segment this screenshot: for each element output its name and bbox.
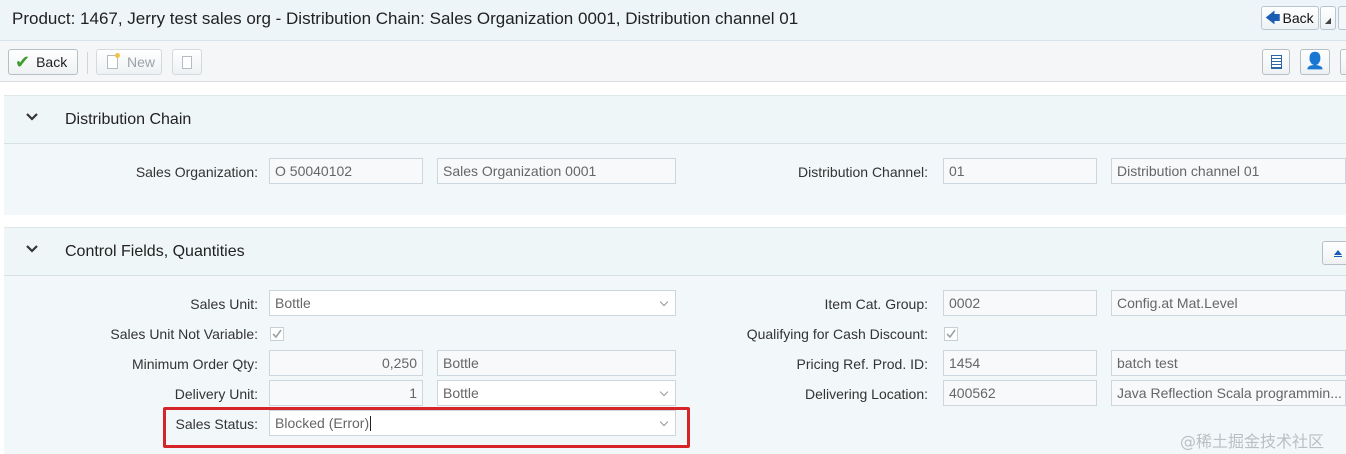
- min-order-qty-field[interactable]: 0,250: [269, 350, 423, 376]
- watermark: @稀土掘金技术社区: [1180, 432, 1325, 451]
- sales-org-field[interactable]: O 50040102: [269, 158, 423, 184]
- sales-unit-label: Sales Unit:: [190, 296, 258, 312]
- item-cat-group-description: Config.at Mat.Level: [1111, 290, 1346, 316]
- pricing-ref-field[interactable]: 1454: [943, 350, 1097, 376]
- eject-icon: [1333, 249, 1342, 257]
- delivery-unit-field[interactable]: 1: [269, 380, 423, 406]
- list-icon: [1270, 55, 1282, 69]
- control-fields-header[interactable]: Control Fields, Quantities: [4, 228, 1346, 276]
- dist-channel-label: Distribution Channel:: [798, 164, 928, 180]
- pricing-ref-description: batch test: [1111, 350, 1346, 376]
- pricing-ref-label: Pricing Ref. Prod. ID:: [796, 356, 929, 372]
- new-button-label: New: [127, 54, 156, 70]
- min-order-qty-label: Minimum Order Qty:: [131, 356, 258, 372]
- item-cat-group-label: Item Cat. Group:: [824, 296, 928, 312]
- checkmark-icon: ✔: [15, 52, 31, 72]
- delivering-location-label: Delivering Location:: [805, 386, 928, 402]
- section-title: Control Fields, Quantities: [65, 243, 245, 260]
- annotation-highlight-box: [163, 407, 690, 448]
- user-edit-icon: 👤: [1305, 53, 1325, 70]
- delivering-location-description: Java Reflection Scala programmin...: [1111, 380, 1346, 406]
- new-document-icon: [107, 53, 120, 69]
- toolbar-overflow-button[interactable]: [1340, 49, 1346, 75]
- distribution-chain-section: Distribution Chain Sales Organization: O…: [4, 95, 1346, 215]
- item-cat-group-field[interactable]: 0002: [943, 290, 1097, 316]
- delivery-unit-value: Bottle: [443, 385, 479, 401]
- sales-unit-value: Bottle: [275, 295, 311, 311]
- distribution-chain-header[interactable]: Distribution Chain: [4, 96, 1346, 144]
- sales-unit-select[interactable]: Bottle: [269, 290, 676, 316]
- chevron-down-icon: [659, 297, 669, 307]
- dist-channel-description: Distribution channel 01: [1111, 158, 1346, 184]
- toolbar-divider: [87, 52, 88, 74]
- sales-unit-not-variable-checkbox[interactable]: [270, 327, 284, 341]
- sales-org-description: Sales Organization 0001: [437, 158, 676, 184]
- back-arrow-icon: 🡄: [1265, 9, 1281, 27]
- chevron-down-icon[interactable]: [24, 241, 40, 257]
- collapse-button[interactable]: [1322, 241, 1346, 265]
- header-back-label: Back: [1282, 10, 1314, 26]
- section-title: Distribution Chain: [65, 111, 192, 128]
- back-button[interactable]: ✔ Back: [8, 49, 78, 75]
- user-settings-button[interactable]: 👤: [1300, 49, 1330, 75]
- delivery-unit-select[interactable]: Bottle: [437, 380, 676, 406]
- delivery-unit-label: Delivery Unit:: [174, 386, 258, 402]
- sales-org-label: Sales Organization:: [135, 164, 258, 180]
- delivering-location-field[interactable]: 400562: [943, 380, 1097, 406]
- chevron-down-icon: [659, 387, 669, 397]
- dist-channel-field[interactable]: 01: [943, 158, 1097, 184]
- list-button[interactable]: [1262, 49, 1290, 75]
- min-order-qty-unit: Bottle: [437, 350, 676, 376]
- copy-icon: [179, 53, 192, 69]
- cash-discount-label: Qualifying for Cash Discount:: [746, 326, 928, 342]
- title-bar: Product: 1467, Jerry test sales org - Di…: [0, 0, 1346, 41]
- chevron-down-icon[interactable]: [24, 109, 40, 125]
- page-title: Product: 1467, Jerry test sales org - Di…: [12, 9, 799, 28]
- header-menu-button[interactable]: ◢: [1320, 6, 1336, 30]
- toolbar: ✔ Back New 👤: [0, 41, 1346, 82]
- sales-unit-not-variable-label: Sales Unit Not Variable:: [110, 326, 258, 342]
- header-overflow-button[interactable]: [1338, 6, 1346, 30]
- back-button-label: Back: [36, 54, 68, 70]
- copy-button[interactable]: [172, 49, 202, 75]
- corner-caret-icon: ◢: [1324, 16, 1332, 25]
- new-button[interactable]: New: [96, 49, 162, 75]
- cash-discount-checkbox[interactable]: [944, 327, 958, 341]
- header-back-button[interactable]: 🡄 Back: [1261, 6, 1319, 30]
